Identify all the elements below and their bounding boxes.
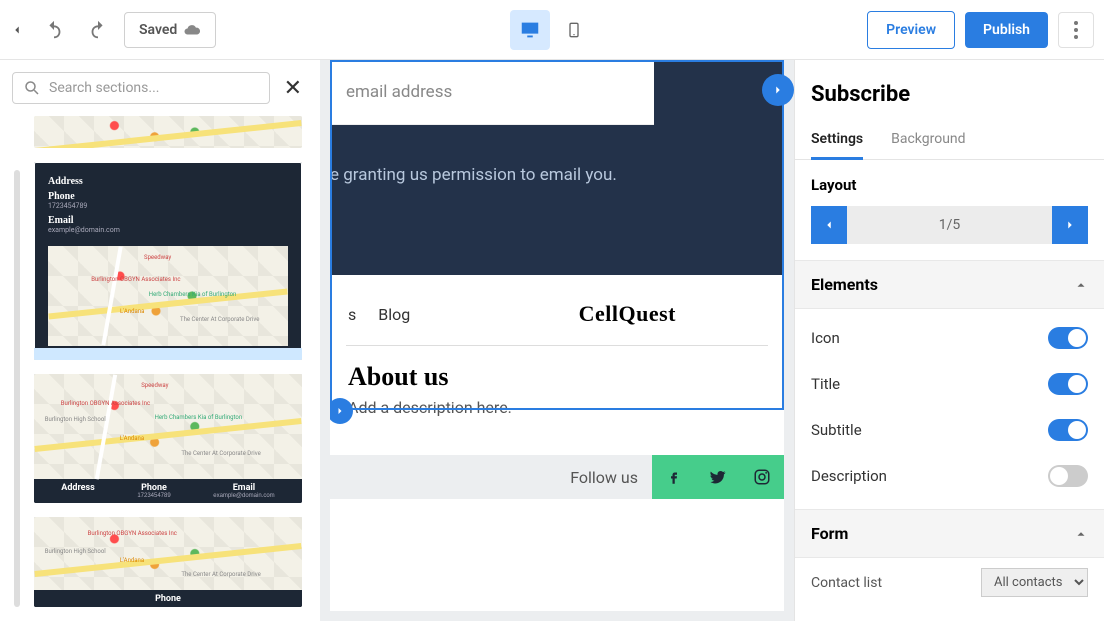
panel-title: Subscribe <box>795 60 1104 121</box>
follow-label: Follow us <box>556 468 652 487</box>
layout-stepper: 1/5 <box>811 206 1088 244</box>
redo-button[interactable] <box>80 12 116 48</box>
section-thumbnails[interactable]: Address Phone 1723454789 Email example@d… <box>0 116 320 621</box>
thumb-email-value: example@domain.com <box>48 227 288 235</box>
expand-panel-button[interactable] <box>762 74 794 106</box>
saved-label: Saved <box>139 22 177 38</box>
thumb-address-label: Address <box>48 176 288 187</box>
chevron-left-icon[interactable] <box>10 23 28 37</box>
subscribe-section[interactable]: email address e granting us permission t… <box>330 60 784 275</box>
topbar: Saved Preview Publish <box>0 0 1104 60</box>
description-toggle[interactable] <box>1048 465 1088 487</box>
properties-panel: Subscribe Settings Background Layout 1/5… <box>794 60 1104 621</box>
section-thumb[interactable]: Burlington OBGYN Associates Inc Burlingt… <box>34 517 302 607</box>
close-panel-button[interactable]: ✕ <box>278 76 308 101</box>
layout-label: Layout <box>811 176 1088 194</box>
title-toggle[interactable] <box>1048 373 1088 395</box>
search-icon <box>23 79 41 97</box>
undo-button[interactable] <box>36 12 72 48</box>
layout-value: 1/5 <box>847 206 1052 244</box>
canvas: email address e granting us permission t… <box>320 60 794 621</box>
thumb-phone-value: 1723454789 <box>48 203 288 211</box>
layout-prev-button[interactable] <box>811 206 847 244</box>
tab-settings[interactable]: Settings <box>811 121 863 160</box>
element-label: Description <box>811 467 887 485</box>
permission-text: e granting us permission to email you. <box>330 125 784 205</box>
section-thumb[interactable]: Address Phone 1723454789 Email example@d… <box>34 162 302 360</box>
search-input-wrap[interactable] <box>12 72 270 104</box>
element-label: Title <box>811 375 840 393</box>
sections-panel: ✕ Address Phone 1723454789 Email example… <box>0 60 320 621</box>
about-heading: About us <box>348 362 766 392</box>
nav-link[interactable]: s <box>348 305 356 324</box>
brand-logo: CellQuest <box>579 301 766 327</box>
contact-list-label: Contact list <box>811 575 882 591</box>
section-thumb[interactable] <box>34 116 302 148</box>
section-thumb[interactable]: Speedway Burlington OBGYN Associates Inc… <box>34 374 302 504</box>
thumb-email-label: Email <box>48 215 288 226</box>
nav-section[interactable]: s Blog CellQuest About us Add a descript… <box>330 275 784 449</box>
instagram-icon[interactable] <box>740 455 784 499</box>
chevron-up-icon <box>1074 278 1088 292</box>
left-scrollbar[interactable] <box>14 170 20 607</box>
element-label: Subtitle <box>811 421 862 439</box>
twitter-icon[interactable] <box>696 455 740 499</box>
about-description: Add a description here. <box>348 398 766 417</box>
cloud-icon <box>183 21 201 39</box>
subtitle-toggle[interactable] <box>1048 419 1088 441</box>
mobile-view-button[interactable] <box>554 10 594 50</box>
follow-section: Follow us <box>330 455 784 499</box>
preview-button[interactable]: Preview <box>867 11 955 49</box>
layout-next-button[interactable] <box>1052 206 1088 244</box>
icon-toggle[interactable] <box>1048 327 1088 349</box>
elements-section-header[interactable]: Elements <box>795 260 1104 309</box>
email-input[interactable]: email address <box>330 60 654 125</box>
saved-button[interactable]: Saved <box>124 12 216 48</box>
nav-link[interactable]: Blog <box>378 305 410 324</box>
more-button[interactable] <box>1058 12 1094 48</box>
chevron-up-icon <box>1074 527 1088 541</box>
element-label: Icon <box>811 329 840 347</box>
desktop-view-button[interactable] <box>510 10 550 50</box>
form-section-header[interactable]: Form <box>795 509 1104 558</box>
tab-background[interactable]: Background <box>891 121 965 159</box>
facebook-icon[interactable] <box>652 455 696 499</box>
canvas-scroll[interactable]: email address e granting us permission t… <box>330 60 784 611</box>
publish-button[interactable]: Publish <box>965 12 1048 48</box>
search-input[interactable] <box>49 80 259 96</box>
thumb-phone-label: Phone <box>48 191 288 202</box>
contact-list-select[interactable]: All contacts <box>981 568 1088 597</box>
